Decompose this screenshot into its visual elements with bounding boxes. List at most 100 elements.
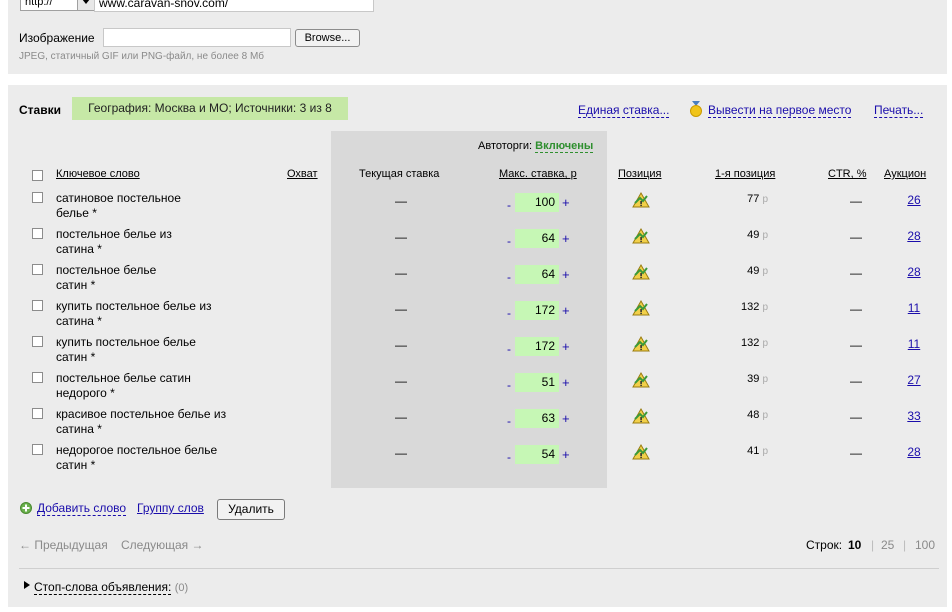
max-bid-input[interactable]: 64 [515, 229, 559, 248]
header-ctr[interactable]: CTR, % [828, 168, 867, 180]
row-checkbox[interactable] [32, 336, 43, 347]
autobid-value[interactable]: Включены [535, 140, 594, 153]
prev-page-link[interactable]: ← Предыдущая [19, 538, 108, 552]
position-warning-icon[interactable] [632, 263, 650, 282]
auction-link[interactable]: 28 [904, 265, 924, 279]
table-row: недорогое постельное белье сатин * — -54 +41… [8, 443, 947, 479]
keyword-cell[interactable]: постельное белье из сатина * [56, 227, 266, 257]
increase-bid-button[interactable]: + [562, 303, 570, 318]
ctr-value: — [850, 266, 862, 280]
rows-10-option[interactable]: 10 [848, 538, 861, 552]
rows-separator: | [903, 538, 907, 552]
keyword-line: сатиновое постельное [56, 191, 181, 205]
keyword-cell[interactable]: красивое постельное белье из сатина * [56, 407, 266, 437]
keyword-line: белье * [56, 206, 97, 220]
header-max-bid[interactable]: Макс. ставка, р [499, 168, 577, 180]
max-bid-input[interactable]: 51 [515, 373, 559, 392]
row-checkbox[interactable] [32, 264, 43, 275]
keyword-cell[interactable]: постельное белье сатин недорого * [56, 371, 266, 401]
keyword-cell[interactable]: купить постельное белье сатин * [56, 335, 266, 365]
max-bid-input[interactable]: 100 [515, 193, 559, 212]
keyword-cell[interactable]: постельное белье сатин * [56, 263, 266, 293]
delete-button[interactable]: Удалить [217, 499, 285, 520]
stop-words-label[interactable]: Стоп-слова объявления: [34, 580, 172, 595]
increase-bid-button[interactable]: + [562, 375, 570, 390]
url-input[interactable]: www.caravan-snov.com/ [94, 0, 374, 12]
print-link[interactable]: Печать... [874, 103, 924, 118]
max-bid-input[interactable]: 172 [515, 337, 559, 356]
rows-100-option[interactable]: 100 [915, 538, 935, 552]
auction-link[interactable]: 28 [904, 229, 924, 243]
first-place-link[interactable]: Вывести на первое место [708, 103, 852, 118]
row-checkbox[interactable] [32, 372, 43, 383]
header-first-position[interactable]: 1-я позиция [715, 168, 775, 180]
chevron-down-icon[interactable] [77, 0, 94, 10]
decrease-bid-button[interactable]: - [507, 342, 511, 356]
max-bid-input[interactable]: 63 [515, 409, 559, 428]
protocol-value: http:// [25, 0, 53, 8]
keyword-cell[interactable]: недорогое постельное белье сатин * [56, 443, 266, 473]
decrease-bid-button[interactable]: - [507, 198, 511, 212]
row-checkbox[interactable] [32, 228, 43, 239]
select-all-checkbox[interactable] [32, 170, 43, 181]
decrease-bid-button[interactable]: - [507, 306, 511, 320]
table-row: сатиновое постельное белье * — -100 +77 р — 26 [8, 191, 947, 227]
auction-link[interactable]: 26 [904, 193, 924, 207]
rows-separator: | [871, 538, 875, 552]
keyword-cell[interactable]: купить постельное белье из сатина * [56, 299, 266, 329]
increase-bid-button[interactable]: + [562, 267, 570, 282]
image-file-input[interactable] [103, 28, 291, 47]
row-checkbox[interactable] [32, 408, 43, 419]
single-bid-link[interactable]: Единая ставка... [578, 103, 670, 118]
browse-button[interactable]: Browse... [295, 29, 360, 47]
increase-bid-button[interactable]: + [562, 195, 570, 210]
next-page-link[interactable]: Следующая → [121, 538, 203, 552]
max-bid-input[interactable]: 172 [515, 301, 559, 320]
position-warning-icon[interactable] [632, 335, 650, 354]
first-position-price: 49 р [688, 265, 768, 277]
header-auction[interactable]: Аукцион [884, 168, 926, 180]
position-warning-icon[interactable] [632, 407, 650, 426]
decrease-bid-button[interactable]: - [507, 270, 511, 284]
decrease-bid-button[interactable]: - [507, 414, 511, 428]
position-warning-icon[interactable] [632, 371, 650, 390]
max-bid-input[interactable]: 54 [515, 445, 559, 464]
position-warning-icon[interactable] [632, 191, 650, 210]
decrease-bid-button[interactable]: - [507, 234, 511, 248]
position-warning-icon[interactable] [632, 227, 650, 246]
row-checkbox[interactable] [32, 300, 43, 311]
header-reach[interactable]: Охват [287, 168, 318, 180]
auction-link[interactable]: 28 [904, 445, 924, 459]
keyword-line: красивое постельное белье из [56, 407, 227, 421]
auction-link[interactable]: 27 [904, 373, 924, 387]
decrease-bid-button[interactable]: - [507, 450, 511, 464]
protocol-select[interactable]: http:// [20, 0, 95, 11]
auction-link[interactable]: 11 [904, 301, 924, 315]
position-warning-icon[interactable] [632, 299, 650, 318]
geo-sources-badge[interactable]: География: Москва и МО; Источники: 3 из … [72, 97, 348, 120]
ruble-unit: р [762, 374, 768, 385]
auction-link[interactable]: 33 [904, 409, 924, 423]
increase-bid-button[interactable]: + [562, 447, 570, 462]
position-warning-icon[interactable] [632, 443, 650, 462]
increase-bid-button[interactable]: + [562, 339, 570, 354]
add-icon[interactable] [20, 502, 32, 514]
keyword-cell[interactable]: сатиновое постельное белье * [56, 191, 266, 221]
add-word-link[interactable]: Добавить слово [37, 501, 127, 516]
expand-arrow-icon[interactable] [24, 581, 30, 589]
header-current-bid: Текущая ставка [359, 168, 440, 180]
first-position-value: 132 [741, 337, 760, 349]
stop-words-toggle[interactable]: Стоп-слова объявления: (0) [34, 580, 188, 595]
group-words-link[interactable]: Группу слов [137, 501, 204, 515]
increase-bid-button[interactable]: + [562, 231, 570, 246]
row-checkbox[interactable] [32, 192, 43, 203]
row-checkbox[interactable] [32, 444, 43, 455]
auction-link[interactable]: 11 [904, 337, 924, 351]
rows-25-option[interactable]: 25 [881, 538, 894, 552]
increase-bid-button[interactable]: + [562, 411, 570, 426]
header-position[interactable]: Позиция [618, 168, 662, 180]
first-position-value: 132 [741, 301, 760, 313]
max-bid-input[interactable]: 64 [515, 265, 559, 284]
decrease-bid-button[interactable]: - [507, 378, 511, 392]
header-keyword[interactable]: Ключевое слово [56, 168, 140, 180]
